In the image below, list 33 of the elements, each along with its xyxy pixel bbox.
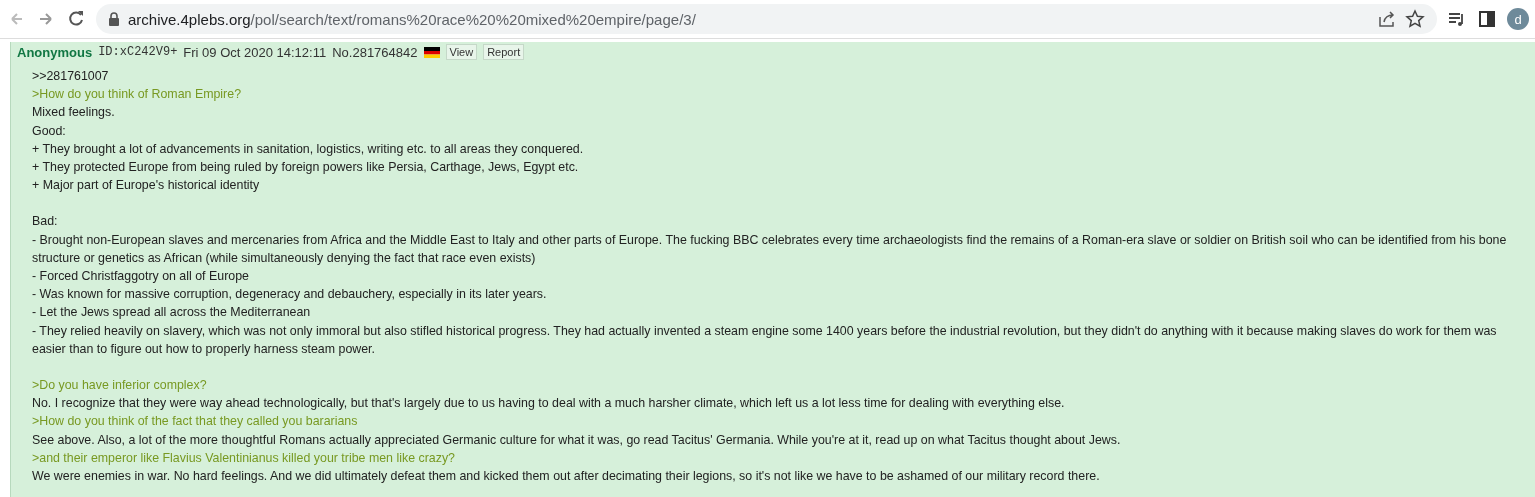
post-date: Fri 09 Oct 2020 14:12:11 (183, 44, 327, 60)
post-text: - Brought non-European slaves and mercenaries from Africa and the Middle East to Italy and other parts of Europe. The fucking BBC celebrates every time archaeologists find the remains of a Roman-era slave or soldier on British soil who can be identified from his bone structure or genetics as African (while simultaneously denying the fact that race even exists) (32, 231, 1508, 267)
post-text: See above. Also, a lot of the more thoughtful Romans actually appreciated Germanic culture for what it was, go read Tacitus' Germania. While you're at it, read up on what Tacitus thought about Jews. (32, 431, 1122, 449)
post-text: - Forced Christfaggotry on all of Europe (32, 268, 250, 286)
greentext-line: >and their emperor like Flavius Valentinianus killed your tribe men like crazy? (32, 449, 456, 467)
side-panel-icon[interactable] (1477, 9, 1497, 29)
post-text: No. I recognize that they were way ahead technologically, but that's largely due to us having to deal with a much harsher climate, which left us a lot less time for dealing with everything else. (32, 395, 1066, 413)
post-text: - Was known for massive corruption, degeneracy and debauchery, especially in its later years. (32, 286, 548, 304)
flag-icon (423, 46, 440, 58)
post-action-button[interactable]: Report (483, 44, 525, 60)
lock-icon (108, 12, 120, 26)
post-action-button[interactable]: View (445, 44, 478, 60)
star-icon[interactable] (1405, 9, 1425, 29)
post-text: >>281761007 (32, 68, 110, 85)
post-text: Mixed feelings. (32, 104, 116, 122)
greentext-line: >How do you think of the fact that they called you bararians (32, 413, 359, 431)
greentext-line: >How do you think of Roman Empire? (32, 86, 243, 104)
poster-id: ID:xC242V9+ (98, 45, 178, 59)
post-text: Bad: (32, 213, 59, 231)
post-text: - They relied heavily on slavery, which was not only immoral but also stifled historical progress. They had actually invented a steam engine some 1400 years before the industrial revolution, but they didn't do anything with it because making slaves do work for them was easier than to figure out how to properly harness steam power. (32, 322, 1498, 358)
profile-avatar[interactable]: d (1507, 8, 1529, 30)
post-number[interactable]: No.281764842 (332, 44, 418, 60)
address-bar[interactable]: archive.4plebs.org/pol/search/text/romans%20race%20%20mixed%20empire/page/3/ (96, 4, 1437, 34)
reload-icon[interactable] (66, 9, 86, 29)
post-text: + They brought a lot of advancements in sanitation, logistics, writing etc. to all areas they conquered. (32, 140, 585, 158)
post-text: + They protected Europe from being ruled by foreign powers like Persia, Carthage, Jews, Egypt etc. (32, 159, 580, 176)
post-text: + Major part of Europe's historical identity (32, 177, 261, 195)
share-icon[interactable] (1377, 9, 1397, 29)
post-text: - Let the Jews spread all across the Mediterranean (32, 304, 312, 322)
post-text: Good: (32, 122, 67, 140)
greentext-line: >Do you have inferior complex? (32, 377, 208, 395)
poster-name: Anonymous (17, 44, 93, 60)
post-text: We were enemies in war. No hard feelings. And we did ultimately defeat them and kicked them out after decimating their legions, so it's not like we have to be ashamed of our military record there. (32, 468, 1101, 486)
